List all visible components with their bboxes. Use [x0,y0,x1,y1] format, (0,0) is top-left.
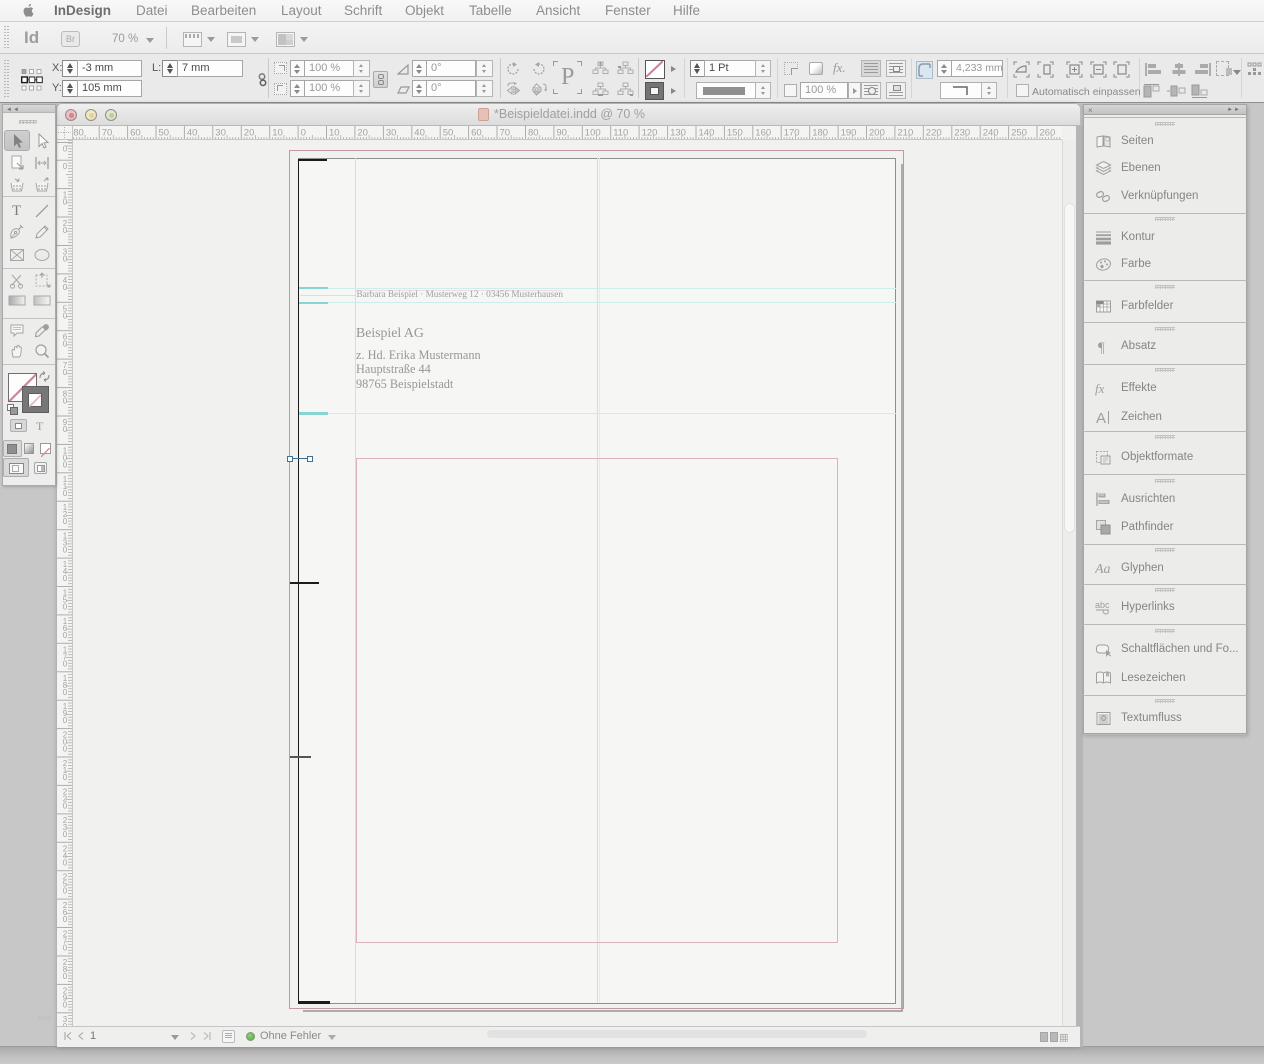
svg-text:0: 0 [63,368,68,377]
svg-text:160: 160 [755,128,771,139]
svg-text:0: 0 [63,145,68,154]
svg-text:0: 0 [63,716,68,725]
svg-text:90: 90 [556,128,567,139]
svg-text:200: 200 [869,128,885,139]
svg-text:50: 50 [443,128,454,139]
svg-text:0: 0 [63,460,68,469]
svg-text:0: 0 [63,198,68,207]
svg-text:220: 220 [926,128,942,139]
svg-text:80: 80 [528,128,539,139]
svg-text:170: 170 [784,128,800,139]
svg-text:40: 40 [414,128,425,139]
svg-text:30: 30 [386,128,397,139]
svg-text:20: 20 [357,128,368,139]
svg-text:A: A [1096,410,1106,426]
svg-text:0: 0 [63,397,68,406]
svg-text:100: 100 [585,128,601,139]
svg-text:0: 0 [63,631,68,640]
svg-text:40: 40 [187,128,198,139]
svg-text:0: 0 [63,801,68,810]
svg-text:0: 0 [301,128,306,139]
svg-text:60: 60 [130,128,141,139]
svg-text:0: 0 [63,858,68,867]
svg-text:0: 0 [63,489,68,498]
svg-text:10: 10 [272,128,283,139]
svg-text:abc: abc [1095,600,1110,610]
svg-text:80: 80 [73,128,84,139]
svg-text:210: 210 [897,128,913,139]
svg-text:70: 70 [500,128,511,139]
svg-text:250: 250 [1011,128,1027,139]
svg-text:0: 0 [63,659,68,668]
svg-text:0: 0 [63,773,68,782]
svg-text:0: 0 [63,574,68,583]
svg-text:0: 0 [63,1000,68,1009]
svg-text:0: 0 [63,688,68,697]
svg-text:30: 30 [215,128,226,139]
svg-text:120: 120 [642,128,658,139]
svg-text:190: 190 [841,128,857,139]
svg-text:260: 260 [1040,128,1056,139]
svg-text:70: 70 [102,128,113,139]
svg-text:0: 0 [63,162,68,171]
svg-text:0: 0 [63,887,68,896]
svg-text:0: 0 [63,915,68,924]
svg-text:0: 0 [63,546,68,555]
svg-text:180: 180 [812,128,828,139]
svg-text:20: 20 [244,128,255,139]
svg-text:0: 0 [63,425,68,434]
svg-text:240: 240 [983,128,999,139]
svg-text:0: 0 [63,944,68,953]
svg-text:¶: ¶ [1098,340,1105,355]
svg-text:0: 0 [63,283,68,292]
svg-text:0: 0 [63,830,68,839]
svg-text:0: 0 [63,340,68,349]
svg-text:0: 0 [63,311,68,320]
svg-text:50: 50 [159,128,170,139]
svg-text:140: 140 [699,128,715,139]
svg-text:130: 130 [670,128,686,139]
svg-text:110: 110 [613,128,628,139]
svg-text:Aa: Aa [1095,562,1111,577]
svg-text:fx: fx [1095,381,1105,396]
svg-text:0: 0 [63,255,68,264]
svg-text:0: 0 [63,517,68,526]
svg-text:230: 230 [954,128,970,139]
svg-text:0: 0 [63,745,68,754]
svg-text:0: 0 [63,226,68,235]
svg-text:60: 60 [471,128,482,139]
svg-text:150: 150 [727,128,743,139]
svg-text:0: 0 [63,972,68,981]
svg-text:0: 0 [63,603,68,612]
svg-text:10: 10 [329,128,340,139]
